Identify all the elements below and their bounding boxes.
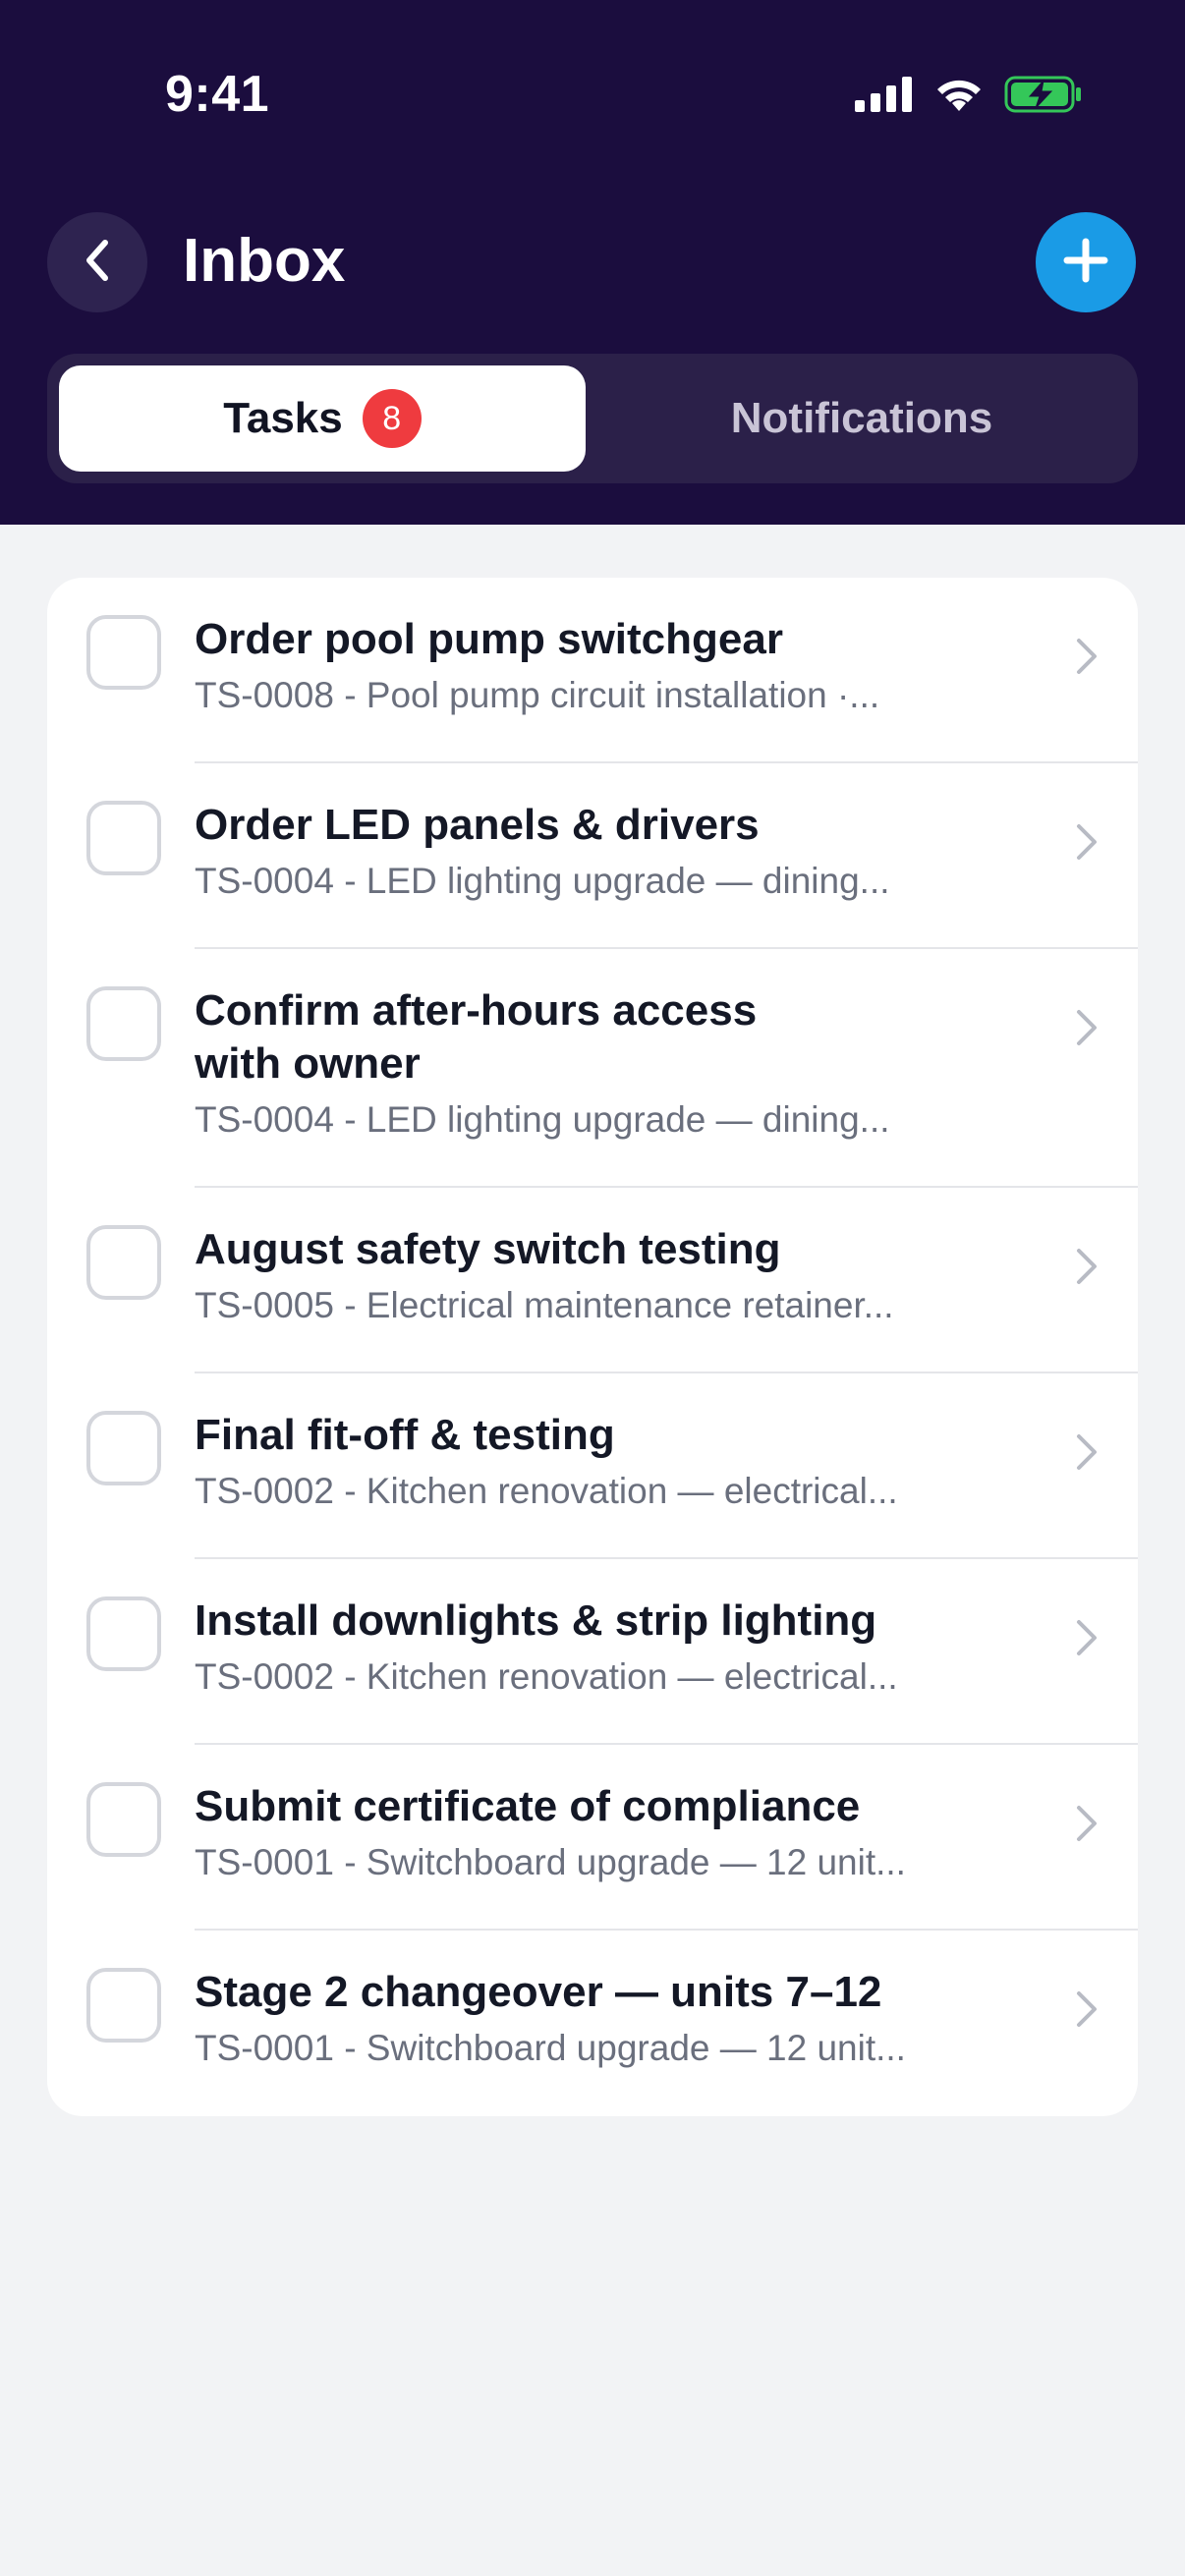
task-title: Submit certificate of compliance — [195, 1782, 861, 1830]
task-content: Submit certificate of compliance TS-0001… — [195, 1780, 1049, 1886]
task-row[interactable]: Order LED panels & drivers TS-0004 - LED… — [47, 763, 1138, 949]
task-subtitle: TS-0002 - Kitchen renovation — electrica… — [195, 1656, 898, 1697]
task-content: Order pool pump switchgear TS-0008 - Poo… — [195, 613, 1049, 719]
task-subtitle: TS-0001 - Switchboard upgrade — 12 unit.… — [195, 2028, 906, 2068]
plus-icon — [1061, 236, 1110, 290]
task-content: Install downlights & strip lighting TS-0… — [195, 1595, 1049, 1701]
page-title: Inbox — [183, 227, 346, 295]
tab-tasks-label: Tasks — [223, 394, 343, 442]
tasks-count-badge: 8 — [362, 389, 422, 448]
status-time: 9:41 — [165, 66, 270, 123]
chevron-right-icon — [1075, 1008, 1099, 1052]
task-checkbox[interactable] — [86, 1596, 161, 1671]
task-content: Confirm after-hours access with owner TS… — [195, 984, 890, 1144]
task-checkbox[interactable] — [86, 1968, 161, 2043]
task-row[interactable]: Order pool pump switchgear TS-0008 - Poo… — [47, 578, 1138, 763]
chevron-right-icon — [1075, 1989, 1099, 2034]
chevron-right-icon — [1075, 637, 1099, 681]
task-title: August safety switch testing — [195, 1225, 781, 1273]
wifi-icon — [933, 76, 985, 113]
chevron-right-icon — [1075, 1804, 1099, 1848]
task-title: Final fit-off & testing — [195, 1411, 615, 1459]
task-content: Stage 2 changeover — units 7–12 TS-0001 … — [195, 1966, 1049, 2072]
add-button[interactable] — [1036, 212, 1136, 312]
task-checkbox[interactable] — [86, 1782, 161, 1857]
task-checkbox[interactable] — [86, 986, 161, 1061]
task-title: Install downlights & strip lighting — [195, 1596, 877, 1645]
tab-tasks[interactable]: Tasks 8 — [59, 365, 586, 472]
back-button[interactable] — [47, 212, 147, 312]
task-subtitle: TS-0004 - LED lighting upgrade — dining.… — [195, 1099, 890, 1140]
chevron-right-icon — [1075, 1432, 1099, 1477]
task-content: August safety switch testing TS-0005 - E… — [195, 1223, 1049, 1329]
task-subtitle: TS-0001 - Switchboard upgrade — 12 unit.… — [195, 1842, 906, 1882]
task-checkbox[interactable] — [86, 801, 161, 875]
nav-bar: Inbox — [0, 212, 1185, 312]
status-icons — [855, 75, 1083, 114]
task-title: Order LED panels & drivers — [195, 801, 760, 849]
task-checkbox[interactable] — [86, 615, 161, 690]
task-row[interactable]: Confirm after-hours access with owner TS… — [47, 949, 1138, 1188]
task-subtitle: TS-0005 - Electrical maintenance retaine… — [195, 1285, 894, 1325]
task-content: Final fit-off & testing TS-0002 - Kitche… — [195, 1409, 1049, 1515]
task-subtitle: TS-0008 - Pool pump circuit installation… — [195, 675, 880, 715]
task-checkbox[interactable] — [86, 1225, 161, 1300]
task-checkbox[interactable] — [86, 1411, 161, 1485]
task-title: Confirm after-hours access with owner — [195, 986, 758, 1088]
header: 9:41 Inbox Tasks 8 Notifications — [0, 0, 1185, 525]
task-row[interactable]: Submit certificate of compliance TS-0001… — [47, 1745, 1138, 1931]
chevron-left-icon — [78, 237, 117, 289]
battery-charging-icon — [1004, 75, 1083, 114]
tab-notifications-label: Notifications — [730, 394, 993, 442]
status-bar: 9:41 — [0, 0, 1185, 187]
cellular-signal-icon — [855, 77, 914, 112]
task-content: Order LED panels & drivers TS-0004 - LED… — [195, 799, 1049, 905]
task-row[interactable]: Install downlights & strip lighting TS-0… — [47, 1559, 1138, 1745]
task-list: Order pool pump switchgear TS-0008 - Poo… — [47, 578, 1138, 2116]
chevron-right-icon — [1075, 1618, 1099, 1662]
task-subtitle: TS-0004 - LED lighting upgrade — dining.… — [195, 861, 890, 901]
tab-notifications[interactable]: Notifications — [597, 365, 1126, 472]
chevron-right-icon — [1075, 1247, 1099, 1291]
task-title: Stage 2 changeover — units 7–12 — [195, 1968, 882, 2016]
task-title: Order pool pump switchgear — [195, 615, 783, 663]
task-row[interactable]: Final fit-off & testing TS-0002 - Kitche… — [47, 1373, 1138, 1559]
task-row[interactable]: August safety switch testing TS-0005 - E… — [47, 1188, 1138, 1373]
segmented-control: Tasks 8 Notifications — [47, 354, 1138, 483]
task-subtitle: TS-0002 - Kitchen renovation — electrica… — [195, 1471, 898, 1511]
task-row[interactable]: Stage 2 changeover — units 7–12 TS-0001 … — [47, 1931, 1138, 2116]
chevron-right-icon — [1075, 822, 1099, 867]
